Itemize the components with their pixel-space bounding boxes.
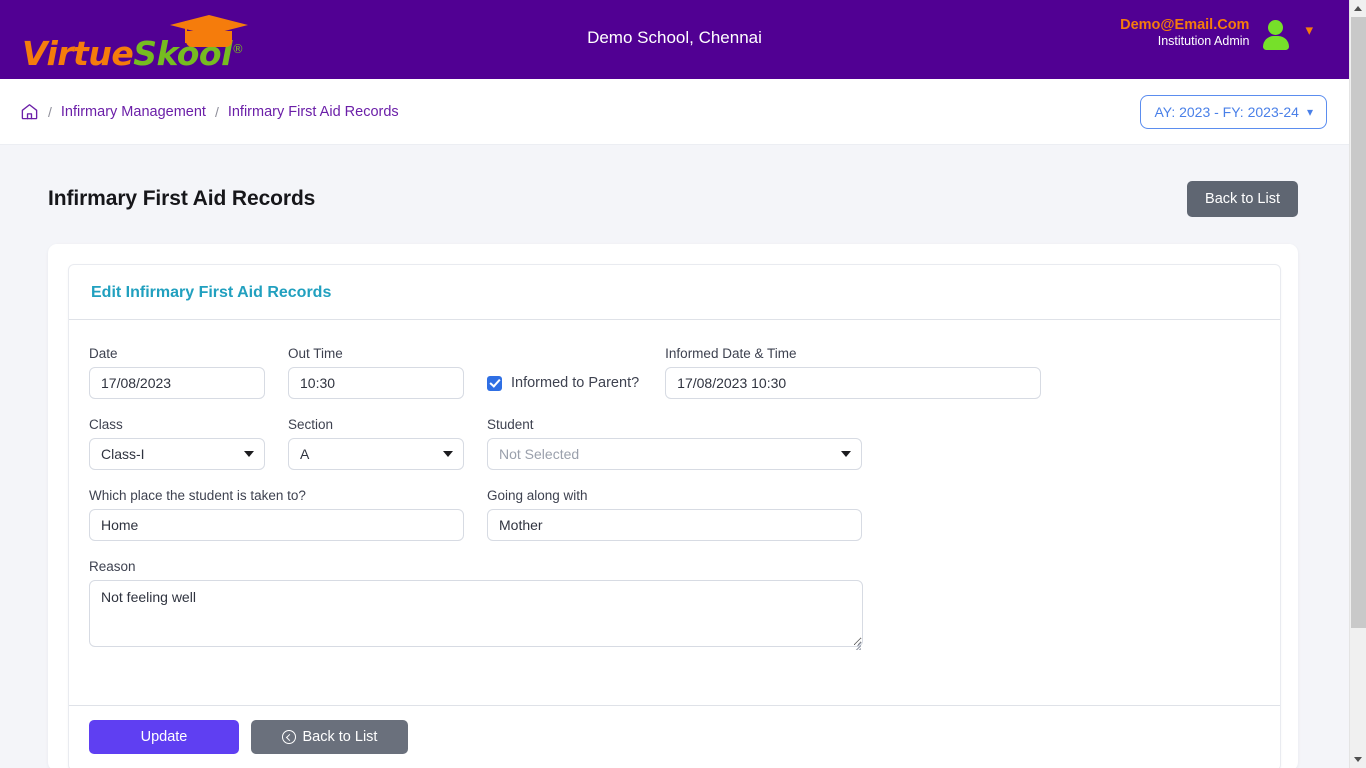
breadcrumb: / Infirmary Management / Infirmary First… [20, 102, 399, 121]
informed-to-parent-checkbox-group[interactable]: Informed to Parent? [487, 367, 639, 399]
place-taken-to-input[interactable] [89, 509, 464, 541]
vertical-scrollbar[interactable] [1349, 0, 1366, 768]
app-header: VirtueSkool® Demo School, Chennai Demo@E… [0, 0, 1349, 79]
field-class-label: Class [89, 417, 123, 432]
field-class: Class Class-I [89, 417, 265, 470]
student-select-value: Not Selected [499, 446, 580, 462]
field-section-label: Section [288, 417, 334, 432]
field-student: Student Not Selected [487, 417, 862, 470]
back-to-list-bottom-button[interactable]: Back to List [251, 720, 408, 754]
class-select[interactable]: Class-I [89, 438, 265, 470]
chevron-down-icon: ▾ [1306, 105, 1313, 119]
class-select-value: Class-I [101, 446, 145, 462]
section-select-value: A [300, 446, 310, 462]
back-to-list-bottom-label: Back to List [302, 729, 378, 745]
circle-arrow-left-icon [281, 730, 296, 744]
informed-datetime-input[interactable] [665, 367, 1042, 399]
form-row-1: Date Out Time Informed to Parent? [89, 346, 1258, 399]
user-menu[interactable]: Demo@Email.Com Institution Admin ▾ [1120, 16, 1313, 50]
page-root: VirtueSkool® Demo School, Chennai Demo@E… [0, 0, 1349, 768]
breadcrumb-bar: / Infirmary Management / Infirmary First… [0, 79, 1349, 145]
main-content: Infirmary First Aid Records Back to List… [0, 145, 1349, 768]
section-select[interactable]: A [288, 438, 464, 470]
field-date: Date [89, 346, 265, 399]
academic-year-label: AY: 2023 - FY: 2023-24 [1154, 104, 1299, 120]
field-place-taken-to: Which place the student is taken to? [89, 488, 464, 541]
field-going-along-with-label: Going along with [487, 488, 588, 503]
scrollbar-thumb[interactable] [1351, 17, 1366, 628]
field-reason-label: Reason [89, 559, 136, 574]
form-panel-footer: Update Back to List [69, 705, 1280, 768]
breadcrumb-item-infirmary-management[interactable]: Infirmary Management [61, 104, 206, 120]
user-avatar-icon[interactable] [1263, 18, 1290, 50]
form-row-2: Class Class-I Section A Student Not Sele… [89, 417, 1258, 470]
field-out-time-label: Out Time [288, 346, 343, 361]
field-informed-datetime-label: Informed Date & Time [665, 346, 797, 361]
form-panel-body: Date Out Time Informed to Parent? [69, 320, 1280, 705]
home-icon[interactable] [20, 102, 39, 121]
academic-year-selector[interactable]: AY: 2023 - FY: 2023-24 ▾ [1140, 95, 1327, 129]
update-button[interactable]: Update [89, 720, 239, 754]
field-place-taken-to-label: Which place the student is taken to? [89, 488, 306, 503]
form-panel-title: Edit Infirmary First Aid Records [91, 284, 332, 301]
caret-down-icon [841, 451, 851, 457]
date-input[interactable] [89, 367, 265, 399]
reason-textarea[interactable] [89, 580, 863, 647]
going-along-with-input[interactable] [487, 509, 862, 541]
edit-form-panel: Edit Infirmary First Aid Records Date Ou… [68, 264, 1281, 768]
form-row-4: Reason [89, 559, 1258, 652]
chevron-down-icon[interactable]: ▾ [1305, 23, 1313, 38]
caret-down-icon [244, 451, 254, 457]
student-select[interactable]: Not Selected [487, 438, 862, 470]
field-student-label: Student [487, 417, 534, 432]
user-email: Demo@Email.Com [1120, 17, 1250, 33]
scroll-down-arrow-icon[interactable] [1350, 751, 1366, 768]
back-to-list-top-button[interactable]: Back to List [1187, 181, 1298, 217]
field-reason: Reason [89, 559, 863, 652]
field-informed-datetime: Informed Date & Time [665, 346, 1042, 399]
content-card: Edit Infirmary First Aid Records Date Ou… [48, 244, 1298, 768]
breadcrumb-item-infirmary-first-aid-records[interactable]: Infirmary First Aid Records [228, 104, 399, 120]
textarea-resize-handle[interactable] [850, 639, 861, 650]
field-out-time: Out Time [288, 346, 464, 399]
form-panel-header: Edit Infirmary First Aid Records [69, 265, 1280, 320]
scroll-up-arrow-icon[interactable] [1350, 0, 1366, 17]
breadcrumb-separator-1: / [48, 103, 52, 120]
page-title: Infirmary First Aid Records [48, 187, 316, 210]
field-section: Section A [288, 417, 464, 470]
field-date-label: Date [89, 346, 118, 361]
informed-to-parent-checkbox[interactable] [487, 375, 502, 391]
caret-down-icon [443, 451, 453, 457]
form-row-3: Which place the student is taken to? Goi… [89, 488, 1258, 541]
out-time-input[interactable] [288, 367, 464, 399]
browser-viewport: VirtueSkool® Demo School, Chennai Demo@E… [0, 0, 1366, 768]
field-going-along-with: Going along with [487, 488, 862, 541]
informed-to-parent-label: Informed to Parent? [511, 375, 640, 391]
breadcrumb-separator-2: / [214, 103, 219, 120]
user-role: Institution Admin [1157, 34, 1250, 49]
page-header-row: Infirmary First Aid Records Back to List [0, 145, 1349, 217]
